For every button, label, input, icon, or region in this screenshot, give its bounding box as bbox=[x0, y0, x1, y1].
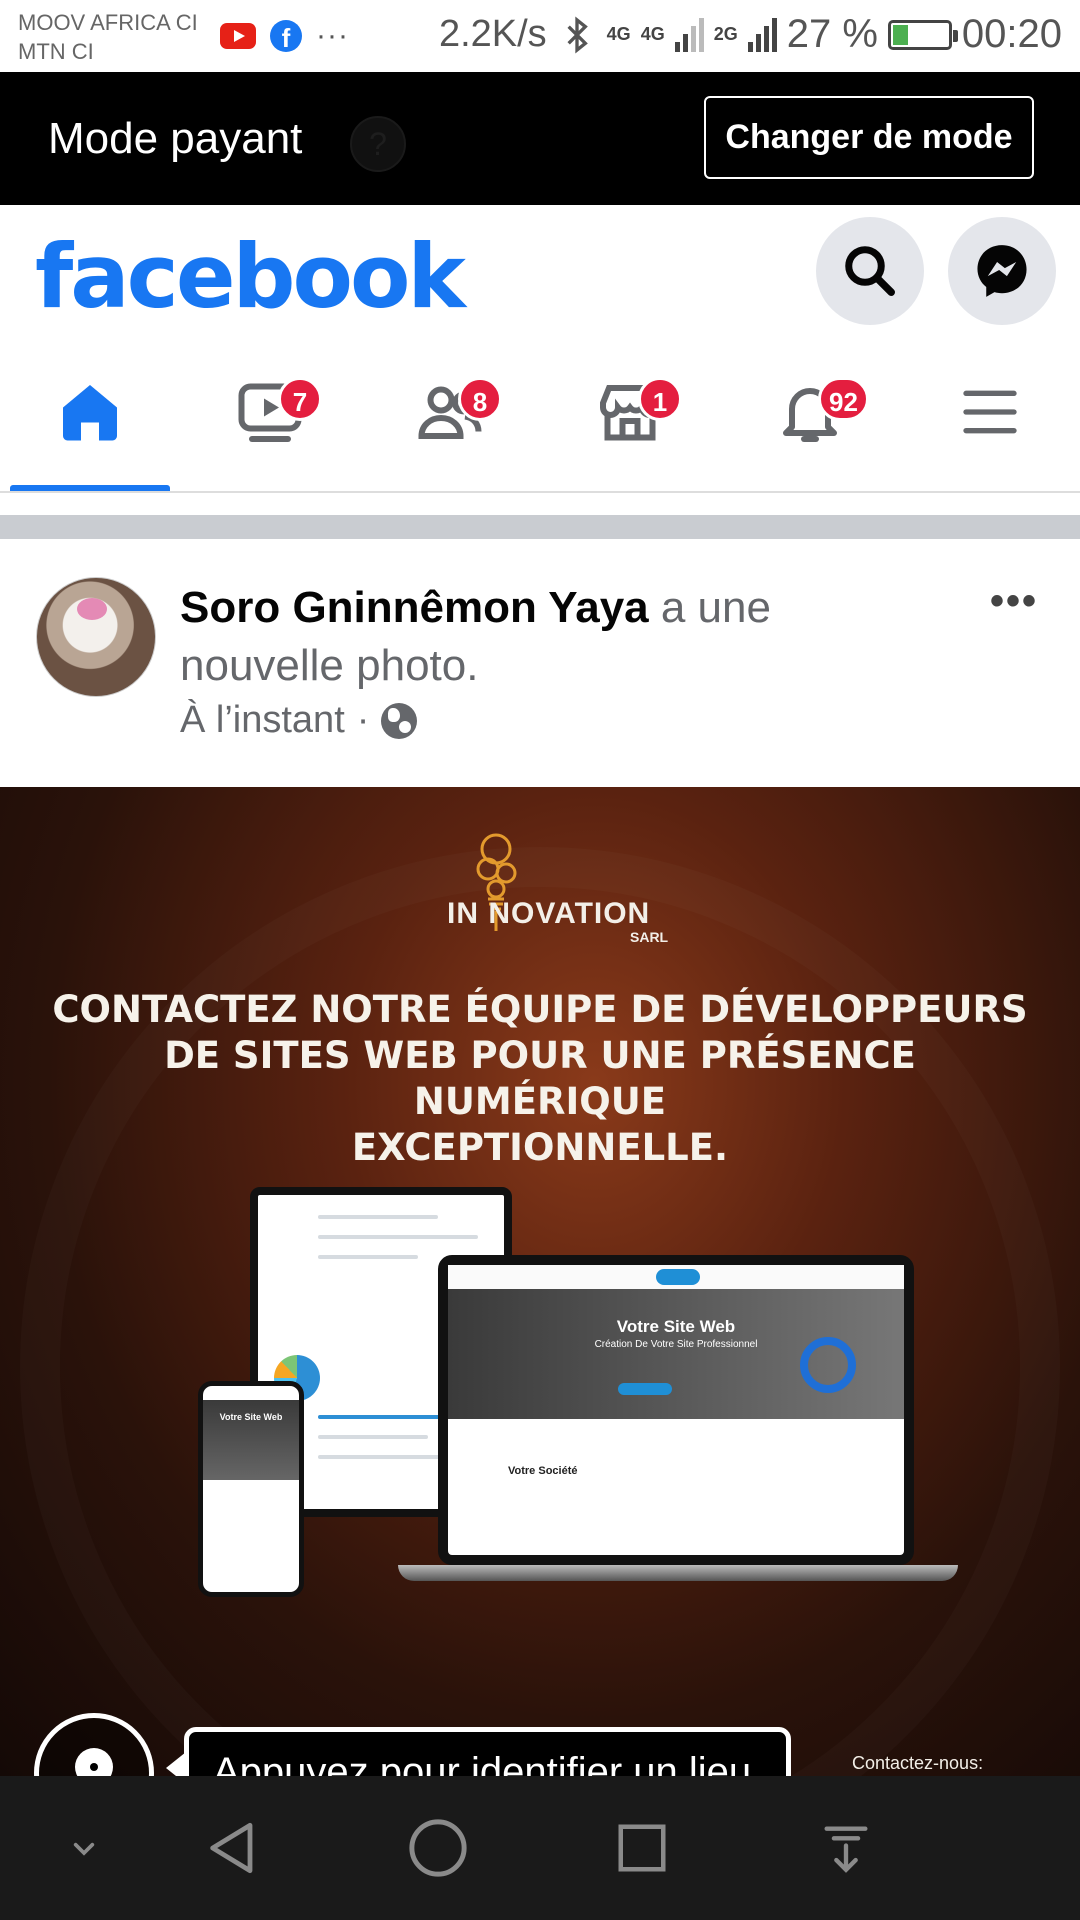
messenger-button[interactable] bbox=[948, 217, 1056, 325]
post-meta: À l’instant · bbox=[180, 699, 418, 742]
tab-notifications[interactable]: 92 bbox=[720, 333, 900, 491]
ad-headline-line-3: EXCEPTIONNELLE. bbox=[351, 1126, 729, 1169]
avatar[interactable] bbox=[36, 577, 156, 697]
menu-icon bbox=[963, 390, 1017, 434]
facebook-notification-icon: f bbox=[270, 20, 302, 52]
tab-watch[interactable]: 7 bbox=[180, 333, 360, 491]
post-photo[interactable]: IN NOVATION SARL CONTACTEZ NOTRE ÉQUIPE … bbox=[0, 787, 1080, 1777]
status-bar: MOOV AFRICA CI MTN CI f ··· 2.2K/s 4G 4G… bbox=[0, 0, 1080, 72]
home-icon bbox=[63, 385, 117, 441]
system-navigation-bar bbox=[0, 1776, 1080, 1920]
clock: 00:20 bbox=[961, 12, 1062, 56]
post-time[interactable]: À l’instant bbox=[180, 699, 345, 742]
laptop-base bbox=[398, 1565, 958, 1581]
tab-home[interactable] bbox=[0, 333, 180, 491]
marketplace-badge: 1 bbox=[638, 377, 682, 421]
more-options-icon[interactable]: ••• bbox=[990, 579, 1038, 624]
phone-mockup: Votre Site Web bbox=[198, 1381, 304, 1597]
watch-badge: 7 bbox=[278, 377, 322, 421]
ad-brand-name: NOVATION bbox=[488, 897, 651, 930]
post-title: Soro Gninnêmon Yaya a une nouvelle photo… bbox=[180, 579, 820, 695]
back-button[interactable] bbox=[188, 1802, 280, 1894]
chevron-down-icon bbox=[73, 1842, 95, 1856]
home-button[interactable] bbox=[392, 1802, 484, 1894]
meta-separator: · bbox=[356, 699, 370, 741]
screen-nav bbox=[448, 1265, 904, 1289]
ad-brand-prefix: IN bbox=[447, 897, 479, 930]
notifications-badge: 92 bbox=[818, 377, 869, 421]
network-type-3: 2G bbox=[713, 24, 738, 44]
screen-button bbox=[618, 1383, 672, 1395]
tab-friends[interactable]: 8 bbox=[360, 333, 540, 491]
mode-title: Mode payant bbox=[48, 114, 303, 163]
tab-menu[interactable] bbox=[900, 333, 1080, 491]
feed-divider bbox=[0, 515, 1080, 539]
globe-icon bbox=[381, 702, 418, 739]
data-mode-bar: Mode payant ? Changer de mode bbox=[0, 72, 1080, 205]
carrier-2: MTN CI bbox=[18, 39, 94, 64]
post-header: Soro Gninnêmon Yaya a une nouvelle photo… bbox=[0, 539, 1080, 787]
app-header: facebook bbox=[0, 205, 1080, 333]
ad-headline: CONTACTEZ NOTRE ÉQUIPE DE DÉVELOPPEURS D… bbox=[40, 987, 1040, 1171]
battery-percent: 27 % bbox=[786, 12, 878, 56]
screen-title: Votre Site Web bbox=[616, 1317, 736, 1336]
ad-contact-label: Contactez-nous: bbox=[852, 1753, 984, 1773]
laptop-mockup: Votre Site Web Création De Votre Site Pr… bbox=[438, 1255, 914, 1565]
recents-square-icon bbox=[618, 1824, 666, 1872]
ad-brand: IN NOVATION bbox=[447, 897, 650, 931]
bluetooth-icon bbox=[567, 16, 588, 53]
search-button[interactable] bbox=[816, 217, 924, 325]
pull-down-icon bbox=[824, 1826, 868, 1873]
network-type-2: 4G bbox=[640, 24, 665, 44]
phone-title: Votre Site Web bbox=[219, 1412, 283, 1422]
notification-icons: f ··· bbox=[220, 20, 349, 52]
screen-section-title: Votre Société bbox=[508, 1465, 578, 1477]
help-icon[interactable]: ? bbox=[350, 116, 406, 172]
battery-icon bbox=[887, 19, 958, 50]
post-author[interactable]: Soro Gninnêmon Yaya bbox=[180, 583, 649, 632]
recents-button[interactable] bbox=[596, 1802, 688, 1894]
more-notifications-icon: ··· bbox=[316, 19, 349, 52]
main-tab-bar: 7 8 1 92 bbox=[0, 333, 1080, 493]
network-type-1: 4G bbox=[606, 24, 631, 44]
signal-icon-2 bbox=[747, 17, 777, 52]
network-speed: 2.2K/s bbox=[438, 13, 547, 55]
messenger-icon bbox=[977, 245, 1027, 297]
signal-icon-1 bbox=[674, 17, 704, 52]
change-mode-button[interactable]: Changer de mode bbox=[704, 96, 1034, 179]
ad-headline-line-1: CONTACTEZ NOTRE ÉQUIPE DE DÉVELOPPEURS bbox=[52, 988, 1028, 1031]
screen-logo bbox=[656, 1269, 700, 1285]
ad-brand-suffix: SARL bbox=[630, 929, 669, 945]
home-circle-icon bbox=[409, 1819, 467, 1877]
youtube-icon bbox=[220, 23, 256, 49]
back-triangle-icon bbox=[210, 1822, 253, 1874]
carrier-1: MOOV AFRICA CI bbox=[18, 10, 198, 35]
ad-headline-line-2: DE SITES WEB POUR UNE PRÉSENCE NUMÉRIQUE bbox=[164, 1034, 916, 1123]
screen-ring-graphic bbox=[800, 1337, 856, 1393]
active-tab-indicator bbox=[10, 485, 170, 491]
carrier-labels: MOOV AFRICA CI MTN CI bbox=[18, 8, 198, 66]
hide-nav-button[interactable] bbox=[38, 1802, 130, 1894]
status-right: 2.2K/s 4G 4G 2G 27 % 00:20 bbox=[439, 12, 1062, 57]
tab-marketplace[interactable]: 1 bbox=[540, 333, 720, 491]
friends-badge: 8 bbox=[458, 377, 502, 421]
facebook-logo[interactable]: facebook bbox=[35, 225, 466, 328]
search-icon bbox=[845, 246, 895, 296]
notification-shade-button[interactable] bbox=[800, 1802, 892, 1894]
